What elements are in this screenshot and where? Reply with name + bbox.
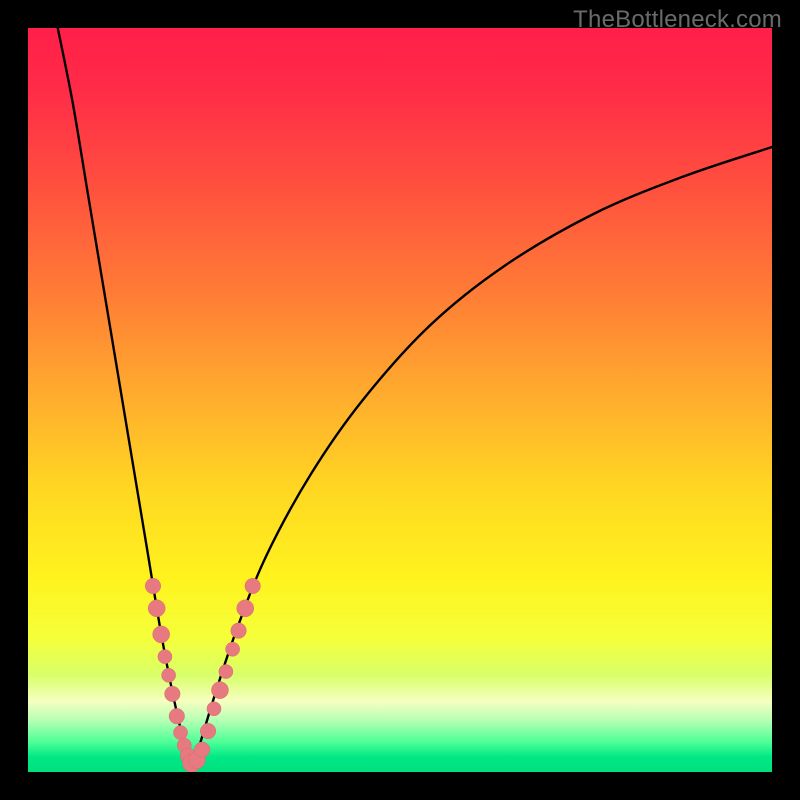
- bead-marker: [148, 600, 165, 617]
- bead-marker: [173, 726, 187, 740]
- bead-marker: [245, 578, 261, 594]
- plot-area: [28, 28, 772, 772]
- background-gradient: [28, 28, 772, 772]
- bead-marker: [162, 668, 176, 682]
- bead-marker: [158, 650, 172, 664]
- bead-marker: [231, 623, 247, 639]
- bead-marker: [200, 723, 216, 739]
- chart-svg: [28, 28, 772, 772]
- watermark-text: TheBottleneck.com: [573, 6, 782, 34]
- bead-marker: [211, 682, 228, 699]
- bead-marker: [165, 686, 181, 702]
- bead-marker: [207, 702, 221, 716]
- bead-marker: [153, 626, 170, 643]
- bead-marker: [226, 642, 240, 656]
- bead-marker: [237, 600, 254, 617]
- bead-marker: [194, 742, 210, 758]
- bead-marker: [169, 708, 185, 724]
- bead-marker: [145, 578, 161, 594]
- bead-marker: [219, 664, 233, 678]
